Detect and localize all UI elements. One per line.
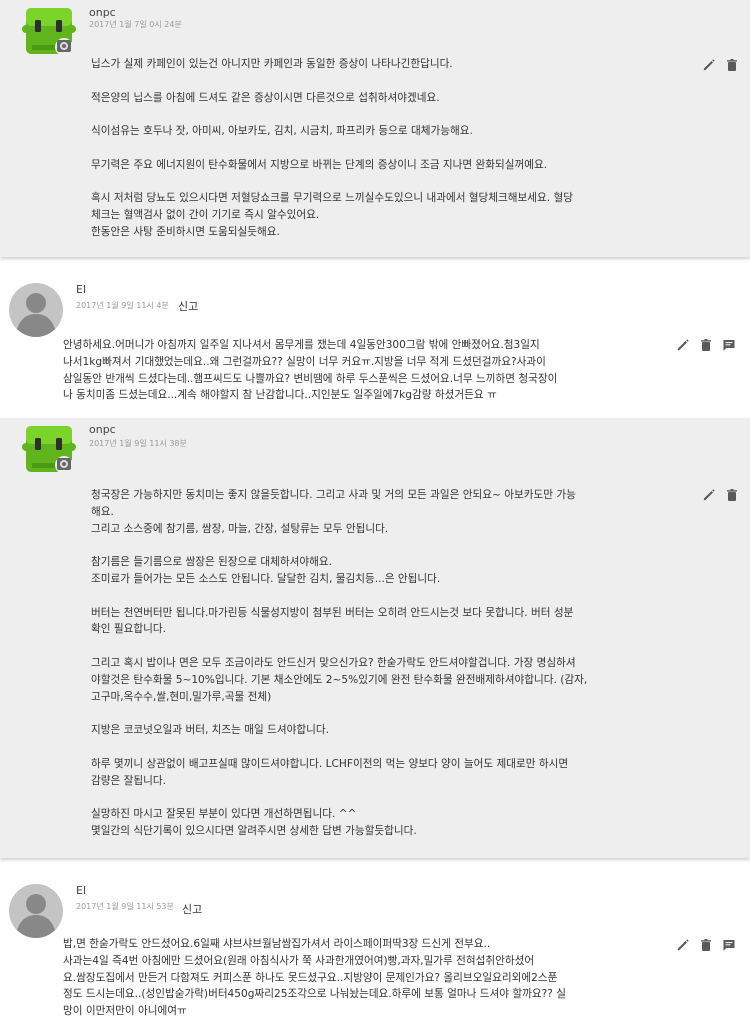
- comment-body: 닙스가 실제 카페인이 있는건 아니지만 카페인과 동일한 증상이 나타나긴한답…: [91, 58, 573, 238]
- trash-icon[interactable]: [699, 938, 713, 952]
- comment-actions: [676, 338, 736, 352]
- comment-item: El 2017년 1월 9일 11시 53분 신고 밥,면 한숟가락도 안드셨어…: [0, 872, 750, 1024]
- comment-author: El: [76, 283, 87, 296]
- pencil-icon[interactable]: [702, 488, 716, 502]
- comment-author[interactable]: onpc: [89, 6, 116, 19]
- comment-item: El 2017년 1월 9일 11시 4분 신고 안녕하세요.어머니가 아침까지…: [0, 271, 750, 413]
- comment-author[interactable]: onpc: [89, 423, 116, 436]
- avatar: [9, 884, 63, 938]
- pencil-icon[interactable]: [702, 58, 716, 72]
- comment-actions: [702, 488, 739, 502]
- trash-icon[interactable]: [699, 338, 713, 352]
- pencil-icon[interactable]: [676, 338, 690, 352]
- report-link[interactable]: 신고: [182, 901, 202, 917]
- avatar: [9, 283, 63, 337]
- comment-date: 2017년 1월 9일 11시 4분: [76, 301, 169, 310]
- comment-actions: [676, 938, 736, 952]
- comment-body: 안녕하세요.어머니가 아침까지 일주일 지나셔서 몸무게를 쟀는데 4일동안30…: [63, 339, 558, 402]
- comment-body: 청국장은 가능하지만 동치미는 좋지 않을듯합니다. 그리고 사과 및 거의 모…: [91, 489, 588, 837]
- owner-avatar[interactable]: [22, 423, 76, 477]
- comment-icon[interactable]: [722, 938, 736, 952]
- comment-item: onpc 2017년 1월 9일 11시 38분 청국장은 가능하지만 동치미는…: [0, 418, 750, 858]
- pencil-icon[interactable]: [676, 938, 690, 952]
- comment-date: 2017년 1월 7일 0시 24분: [89, 20, 182, 29]
- comment-body: 밥,면 한숟가락도 안드셨어요.6일째 샤브샤브월남쌈집가셔서 라이스페이퍼딱3…: [63, 938, 566, 1018]
- trash-icon[interactable]: [725, 488, 739, 502]
- trash-icon[interactable]: [725, 58, 739, 72]
- comment-date: 2017년 1월 9일 11시 38분: [89, 439, 187, 448]
- comment-actions: [702, 58, 739, 72]
- comment-date: 2017년 1월 9일 11시 53분: [76, 902, 174, 911]
- comment-icon[interactable]: [722, 338, 736, 352]
- comment-author: El: [76, 884, 87, 897]
- comment-item: onpc 2017년 1월 7일 0시 24분 닙스가 실제 카페인이 있는건 …: [0, 0, 750, 257]
- owner-avatar[interactable]: [22, 5, 76, 59]
- report-link[interactable]: 신고: [178, 298, 198, 314]
